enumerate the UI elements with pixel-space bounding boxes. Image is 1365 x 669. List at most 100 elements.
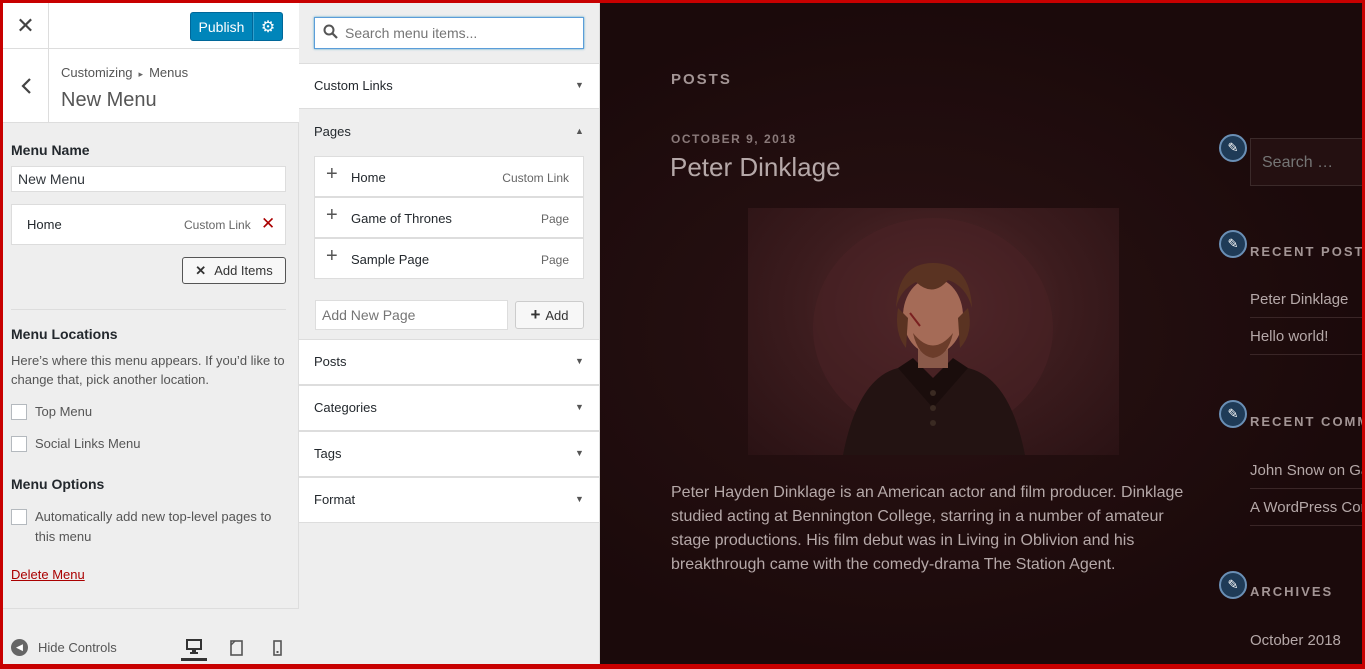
post-excerpt: Peter Hayden Dinklage is an American act… xyxy=(671,484,1184,573)
recent-post-link[interactable]: Hello world! xyxy=(1250,328,1328,345)
plus-icon: + xyxy=(326,245,338,267)
page-title: Home xyxy=(351,170,386,185)
section-title: Custom Links xyxy=(314,78,393,93)
chevron-down-icon: ▼ xyxy=(575,494,584,504)
customizer-window: ✕ Publish ⚙ Customizing ▸ Menus New Menu M… xyxy=(3,3,1362,664)
recent-comment-link[interactable]: A WordPress Cor xyxy=(1250,499,1362,516)
mobile-icon[interactable] xyxy=(264,635,290,661)
edit-pencil-icon[interactable]: ✎ xyxy=(1219,230,1247,258)
page-type: Page xyxy=(540,253,569,267)
auto-add-label: Automatically add new top-level pages to… xyxy=(35,509,272,544)
chevron-up-icon: ▲ xyxy=(575,126,584,136)
breadcrumb-separator-icon: ▸ xyxy=(138,69,144,79)
menu-item-type: Custom Link xyxy=(184,218,251,232)
customizer-controls: ✕ Publish ⚙ Customizing ▸ Menus New Menu M… xyxy=(3,3,299,664)
edit-pencil-icon[interactable]: ✎ xyxy=(1219,134,1247,162)
section-pages[interactable]: Pages ▲ xyxy=(299,110,599,156)
menu-item-title: Home xyxy=(27,217,62,232)
menu-name-field[interactable] xyxy=(11,166,286,192)
auto-add-checkbox[interactable] xyxy=(11,509,27,525)
page-type: Custom Link xyxy=(502,171,569,185)
remove-icon[interactable]: ✕ xyxy=(261,214,275,234)
desktop-svg xyxy=(186,639,202,654)
archive-link[interactable]: October 2018 xyxy=(1250,632,1341,649)
portrait-svg xyxy=(813,218,1053,455)
close-icon[interactable]: ✕ xyxy=(3,3,49,49)
hide-controls-label: Hide Controls xyxy=(38,640,117,655)
publish-button[interactable]: Publish xyxy=(190,12,253,41)
section-format[interactable]: Format ▼ xyxy=(299,477,599,523)
edit-pencil-icon[interactable]: ✎ xyxy=(1219,400,1247,428)
section-title: Pages xyxy=(314,124,351,139)
panel-header: Customizing ▸ Menus New Menu xyxy=(3,49,299,123)
section-title: Format xyxy=(314,492,356,507)
new-page-input[interactable] xyxy=(315,300,508,330)
widget-title-archives: ARCHIVES xyxy=(1250,584,1334,599)
menu-item[interactable]: Home Custom Link ✕ xyxy=(11,204,286,245)
breadcrumb: Customizing ▸ Menus xyxy=(61,65,188,80)
social-links-menu-checkbox[interactable] xyxy=(11,436,27,452)
post-title[interactable]: Peter Dinklage xyxy=(670,152,841,183)
sidebar-search[interactable] xyxy=(1250,138,1362,186)
chevron-left-icon[interactable] xyxy=(3,49,49,123)
tablet-icon[interactable] xyxy=(223,635,249,661)
delete-menu-link[interactable]: Delete Menu xyxy=(11,567,85,582)
post-featured-image[interactable] xyxy=(748,208,1119,455)
divider xyxy=(1250,488,1362,489)
edit-pencil-icon[interactable]: ✎ xyxy=(1219,571,1247,599)
list-item[interactable]: + Home Custom Link xyxy=(314,156,584,197)
add-label: Add xyxy=(545,307,569,323)
customizer-footer: ◀ Hide Controls xyxy=(3,608,299,664)
hide-controls-button[interactable]: ◀ Hide Controls xyxy=(11,639,117,656)
section-title: Posts xyxy=(314,354,347,369)
sidebar-search-input[interactable] xyxy=(1262,151,1362,175)
widget-title-recent-comments: RECENT COMME xyxy=(1250,414,1362,429)
section-title: Categories xyxy=(314,400,377,415)
list-item[interactable]: + Game of Thrones Page xyxy=(314,197,584,238)
plus-icon: + xyxy=(530,305,541,324)
add-items-label: Add Items xyxy=(214,263,273,278)
available-menu-items: Custom Links ▼ Pages ▲ + Home Custom Lin… xyxy=(299,3,600,664)
divider xyxy=(1250,354,1362,355)
section-custom-links[interactable]: Custom Links ▼ xyxy=(299,63,599,109)
posts-heading: POSTS xyxy=(671,71,732,88)
tablet-svg xyxy=(229,640,243,656)
top-menu-checkbox[interactable] xyxy=(11,404,27,420)
search-svg xyxy=(323,24,338,39)
recent-comment-link[interactable]: John Snow on Ga xyxy=(1250,462,1362,479)
section-categories[interactable]: Categories ▼ xyxy=(299,385,599,431)
location-top-menu[interactable]: Top Menu xyxy=(11,402,92,422)
desktop-icon[interactable] xyxy=(181,635,207,661)
divider xyxy=(1250,525,1362,526)
close-icon: ✕ xyxy=(195,262,207,278)
menu-options-label: Menu Options xyxy=(11,476,105,492)
search-box[interactable] xyxy=(314,17,584,49)
add-items-button[interactable]: ✕ Add Items xyxy=(182,257,286,284)
section-posts[interactable]: Posts ▼ xyxy=(299,339,599,385)
search-input[interactable] xyxy=(345,23,575,43)
menu-locations-description: Here’s where this menu appears. If you’d… xyxy=(11,353,285,387)
list-item[interactable]: + Sample Page Page xyxy=(314,238,584,279)
section-tags[interactable]: Tags ▼ xyxy=(299,431,599,477)
breadcrumb-root: Customizing xyxy=(61,65,133,80)
page-title: Game of Thrones xyxy=(351,211,452,226)
plus-icon: + xyxy=(326,163,338,185)
location-social-links-menu[interactable]: Social Links Menu xyxy=(11,434,141,454)
menu-locations-label: Menu Locations xyxy=(11,326,118,342)
gear-icon[interactable]: ⚙ xyxy=(253,12,283,41)
add-page-button[interactable]: + Add xyxy=(515,301,584,329)
post-date[interactable]: OCTOBER 9, 2018 xyxy=(671,132,797,146)
page-title: New Menu xyxy=(61,89,157,111)
chevron-down-icon: ▼ xyxy=(575,402,584,412)
chevron-down-icon: ▼ xyxy=(575,448,584,458)
plus-icon: + xyxy=(326,204,338,226)
location-label: Top Menu xyxy=(35,404,93,419)
site-preview: POSTS OCTOBER 9, 2018 Peter Dinklage Pet… xyxy=(600,3,1362,664)
section-title: Tags xyxy=(314,446,342,461)
page-type: Page xyxy=(540,212,569,226)
recent-post-link[interactable]: Peter Dinklage xyxy=(1250,291,1348,308)
menu-name-label: Menu Name xyxy=(11,142,90,158)
back-arrow-svg xyxy=(20,78,31,94)
page-title: Sample Page xyxy=(351,252,430,267)
auto-add-option[interactable]: Automatically add new top-level pages to… xyxy=(11,507,286,547)
